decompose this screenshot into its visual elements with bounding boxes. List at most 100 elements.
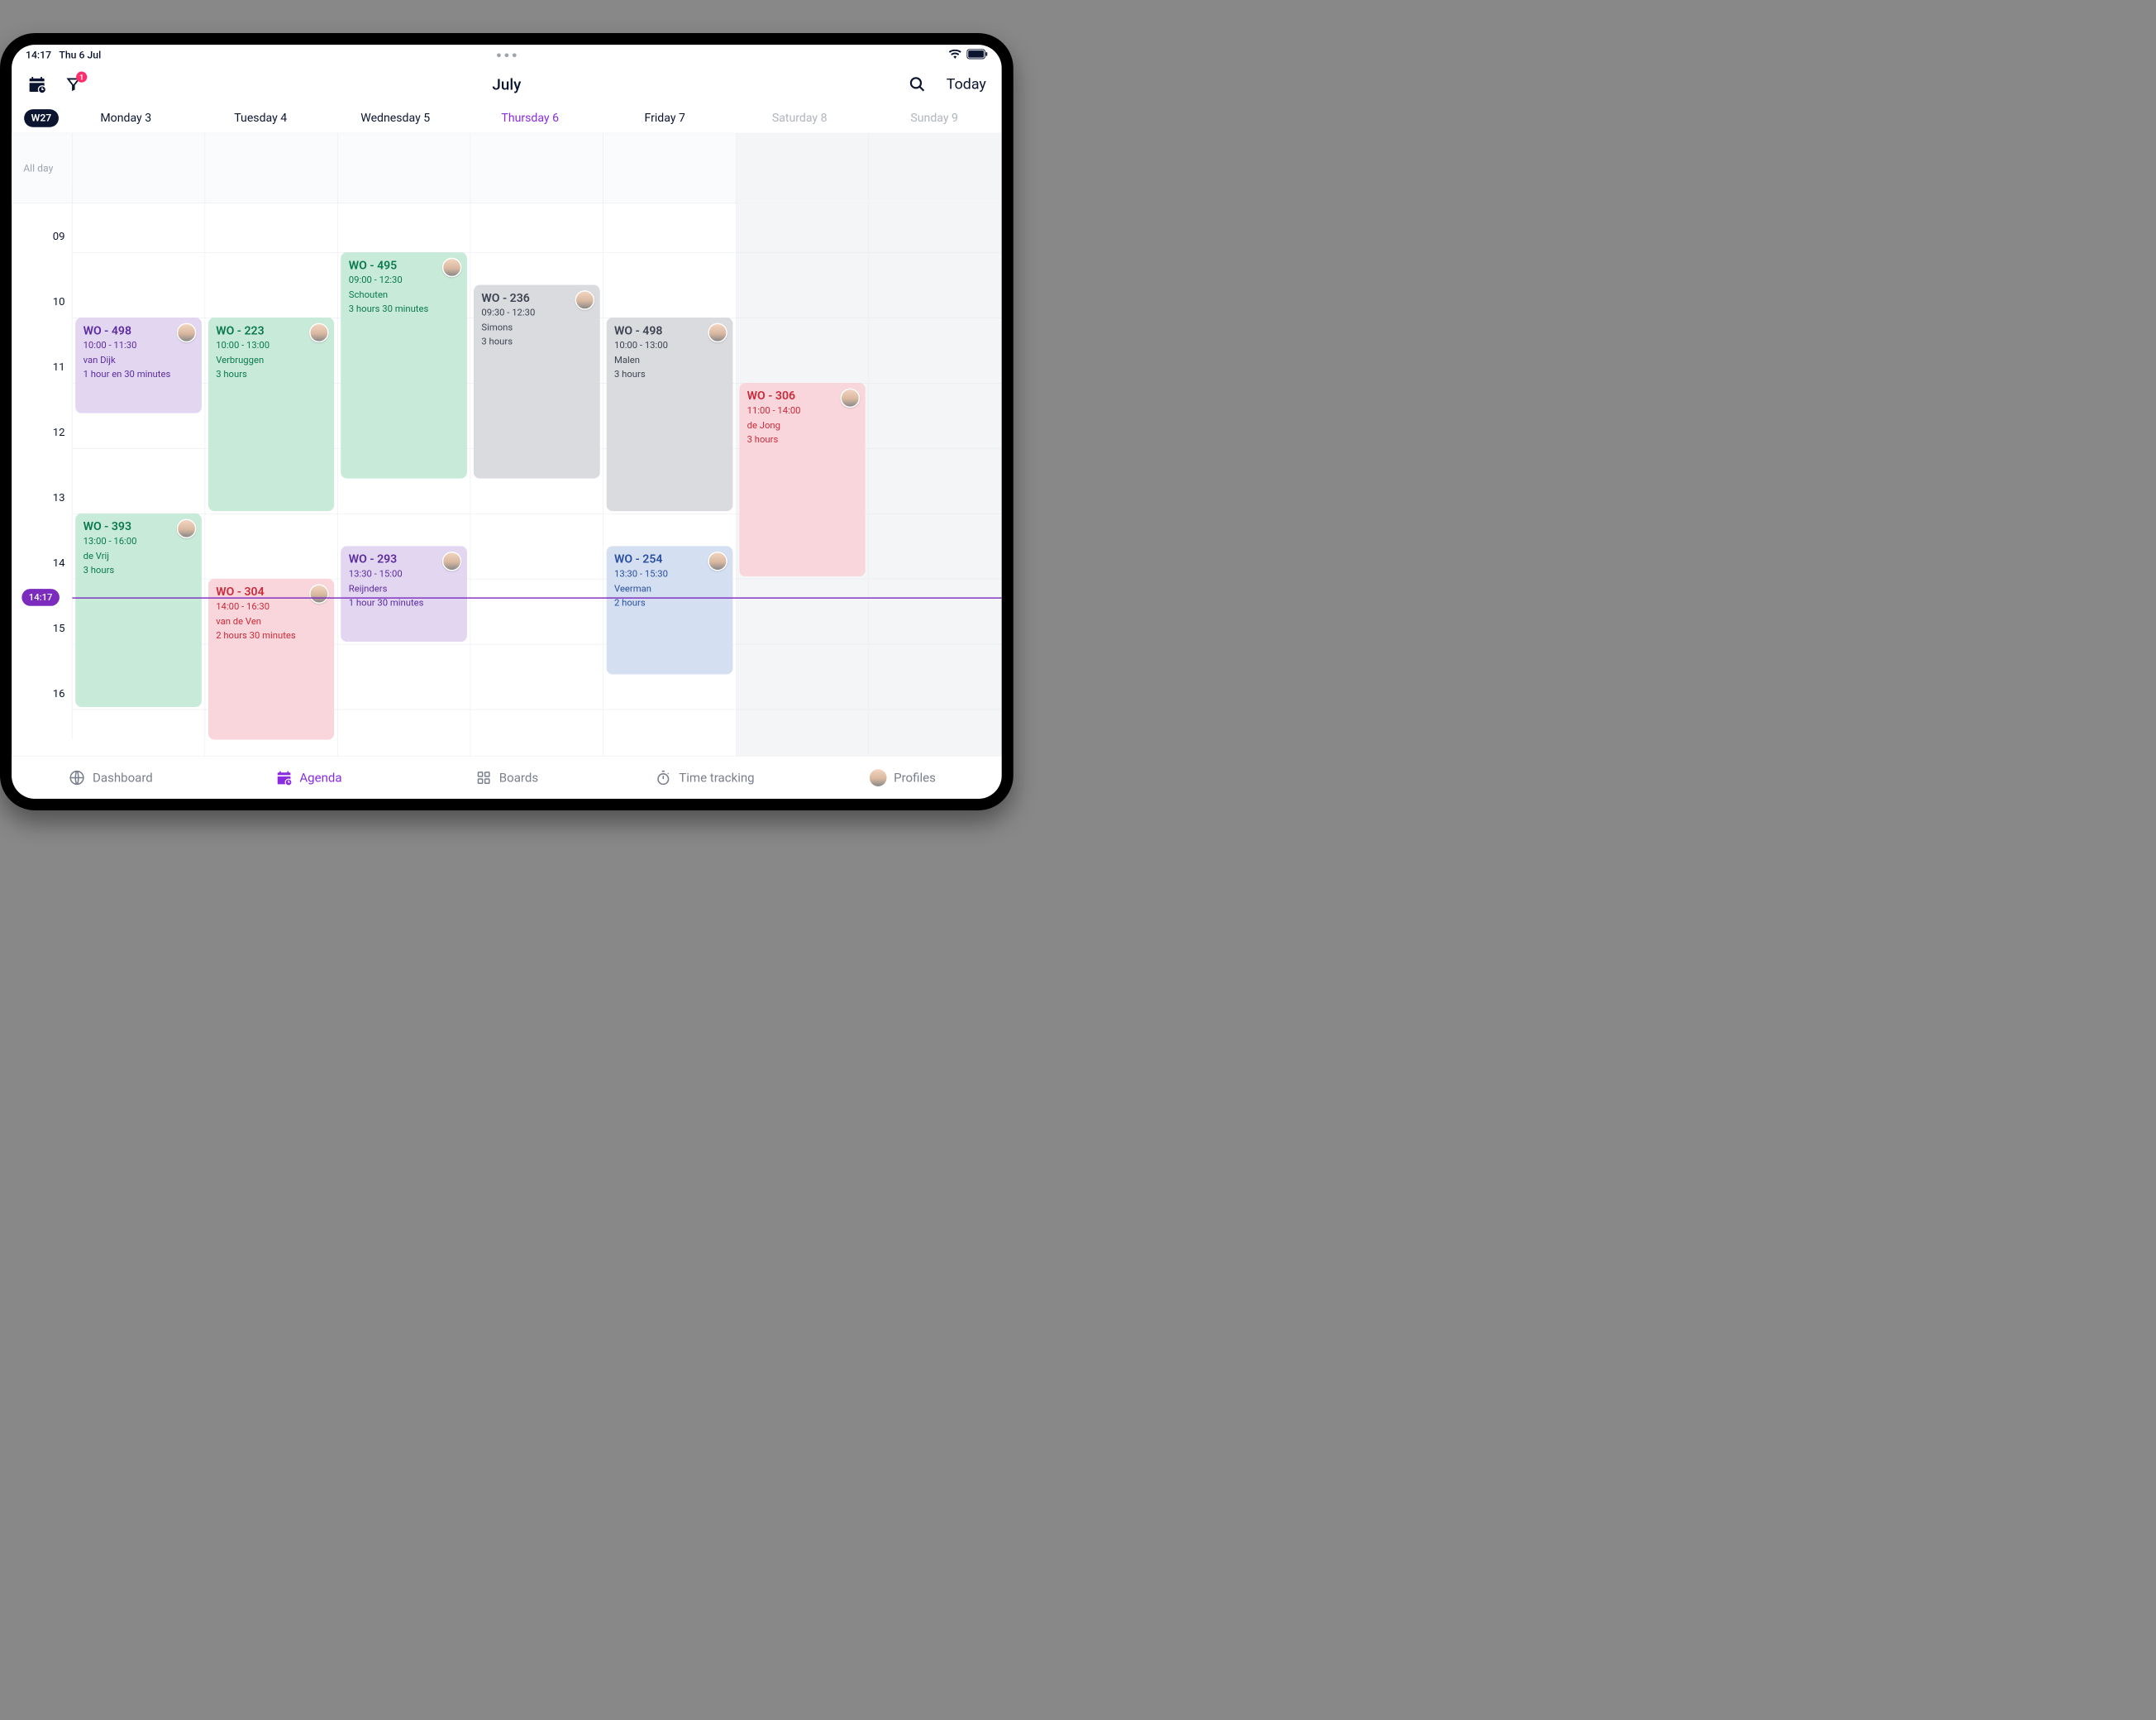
hour-label: 12 <box>53 426 65 439</box>
avatar <box>841 389 860 408</box>
event-person: van de Ven <box>216 616 327 627</box>
nav-boards[interactable]: Boards <box>408 757 606 799</box>
event-duration: 3 hours <box>481 336 592 346</box>
day-column[interactable]: WO - 22310:00 - 13:00Verbruggen3 hoursWO… <box>205 203 338 756</box>
event-person: Verbruggen <box>216 355 327 366</box>
event-duration: 2 hours <box>614 597 725 608</box>
avatar <box>708 323 727 343</box>
day-header[interactable]: Friday 7 <box>598 111 732 124</box>
allday-cell[interactable] <box>338 133 471 203</box>
day-header[interactable]: Wednesday 5 <box>328 111 463 124</box>
current-time-line: 14:17 <box>72 597 1001 598</box>
event-person: van Dijk <box>83 355 194 366</box>
hour-label: 09 <box>53 230 65 243</box>
nav-dashboard[interactable]: Dashboard <box>12 757 210 799</box>
days-header: W27 Monday 3Tuesday 4Wednesday 5Thursday… <box>12 103 1002 134</box>
stopwatch-icon <box>655 769 672 786</box>
event-duration: 3 hours <box>747 434 858 445</box>
app-header: 1 July Today <box>12 65 1002 103</box>
event-duration: 3 hours <box>216 369 327 380</box>
allday-cell[interactable] <box>736 133 869 203</box>
event-duration: 1 hour 30 minutes <box>349 597 460 608</box>
calendar-event[interactable]: WO - 30414:00 - 16:30van de Ven2 hours 3… <box>208 579 335 740</box>
allday-cell[interactable] <box>603 133 737 203</box>
day-header[interactable]: Thursday 6 <box>463 111 598 124</box>
hour-label: 11 <box>53 361 65 374</box>
day-column[interactable] <box>869 203 1002 756</box>
avatar <box>708 552 727 571</box>
calendar-event[interactable]: WO - 30611:00 - 14:00de Jong3 hours <box>739 383 866 576</box>
day-header[interactable]: Tuesday 4 <box>193 111 328 124</box>
week-badge: W27 <box>24 109 59 127</box>
hour-label: 13 <box>53 491 65 504</box>
day-header[interactable]: Sunday 9 <box>867 111 1002 124</box>
nav-time-tracking[interactable]: Time tracking <box>606 757 804 799</box>
event-time: 13:30 - 15:00 <box>349 568 460 579</box>
avatar <box>870 769 887 786</box>
event-time: 14:00 - 16:30 <box>216 601 327 612</box>
calendar-event[interactable]: WO - 49810:00 - 11:30van Dijk1 hour en 3… <box>75 318 202 413</box>
event-person: Schouten <box>349 289 460 300</box>
multitask-dots-icon[interactable] <box>12 53 1002 57</box>
event-duration: 2 hours 30 minutes <box>216 629 327 640</box>
allday-cell[interactable] <box>205 133 338 203</box>
nav-label: Boards <box>499 770 538 785</box>
event-time: 10:00 - 11:30 <box>83 340 194 351</box>
event-duration: 3 hours <box>614 369 725 380</box>
avatar <box>442 552 462 571</box>
day-column[interactable]: WO - 49810:00 - 11:30van Dijk1 hour en 3… <box>72 203 205 756</box>
day-column[interactable]: WO - 30611:00 - 14:00de Jong3 hours <box>736 203 869 756</box>
event-person: de Vrij <box>83 551 194 561</box>
nav-label: Profiles <box>894 770 936 785</box>
event-duration: 3 hours 30 minutes <box>349 303 460 314</box>
calendar-event[interactable]: WO - 23609:30 - 12:30Simons3 hours <box>474 285 600 479</box>
avatar <box>575 290 595 310</box>
day-header[interactable]: Saturday 8 <box>732 111 867 124</box>
globe-icon <box>69 769 86 786</box>
hour-label: 15 <box>53 622 65 635</box>
event-time: 10:00 - 13:00 <box>614 340 725 351</box>
calendar-grid[interactable]: All day 0910111213141516 14:17 WO - 4981… <box>12 133 1002 756</box>
event-person: Malen <box>614 355 725 366</box>
nav-label: Time tracking <box>679 770 754 785</box>
hour-label: 16 <box>53 687 65 700</box>
avatar <box>177 519 197 539</box>
day-column[interactable]: WO - 49509:00 - 12:30Schouten3 hours 30 … <box>338 203 471 756</box>
calendar-event[interactable]: WO - 29313:30 - 15:00Reijnders1 hour 30 … <box>341 546 467 642</box>
avatar <box>442 258 462 278</box>
event-person: Reijnders <box>349 583 460 594</box>
calendar-event[interactable]: WO - 25413:30 - 15:30Veerman2 hours <box>607 546 733 674</box>
grid-icon <box>475 769 493 786</box>
day-header[interactable]: Monday 3 <box>59 111 193 124</box>
allday-cell[interactable] <box>869 133 1002 203</box>
nav-label: Agenda <box>299 770 341 785</box>
calendar-event[interactable]: WO - 22310:00 - 13:00Verbruggen3 hours <box>208 318 335 511</box>
event-time: 10:00 - 13:00 <box>216 340 327 351</box>
calendar-event[interactable]: WO - 49509:00 - 12:30Schouten3 hours 30 … <box>341 252 467 479</box>
status-bar: 14:17 Thu 6 Jul <box>12 45 1002 65</box>
allday-cell[interactable] <box>72 133 205 203</box>
day-column[interactable]: WO - 49810:00 - 13:00Malen3 hoursWO - 25… <box>603 203 737 756</box>
event-time: 09:00 - 12:30 <box>349 275 460 285</box>
event-time: 11:00 - 14:00 <box>747 405 858 416</box>
calendar-event[interactable]: WO - 39313:00 - 16:00de Vrij3 hours <box>75 514 202 707</box>
event-duration: 3 hours <box>83 564 194 575</box>
nav-profiles[interactable]: Profiles <box>804 757 1002 799</box>
day-column[interactable]: WO - 23609:30 - 12:30Simons3 hours <box>470 203 603 756</box>
allday-cell[interactable] <box>470 133 603 203</box>
search-icon[interactable] <box>908 74 928 94</box>
event-time: 13:30 - 15:30 <box>614 568 725 579</box>
header-title: July <box>12 75 1002 93</box>
bottom-nav: Dashboard Agenda Boards Time tracking Pr… <box>12 756 1002 799</box>
avatar <box>177 323 197 343</box>
current-time-pill: 14:17 <box>21 589 60 606</box>
calendar-event[interactable]: WO - 49810:00 - 13:00Malen3 hours <box>607 318 733 511</box>
nav-agenda[interactable]: Agenda <box>210 757 408 799</box>
nav-label: Dashboard <box>93 770 153 785</box>
event-person: Veerman <box>614 583 725 594</box>
event-person: de Jong <box>747 420 858 431</box>
event-duration: 1 hour en 30 minutes <box>83 369 194 380</box>
calendar-clock-icon <box>275 769 293 786</box>
hour-label: 14 <box>53 557 65 570</box>
hour-label: 10 <box>53 295 65 308</box>
